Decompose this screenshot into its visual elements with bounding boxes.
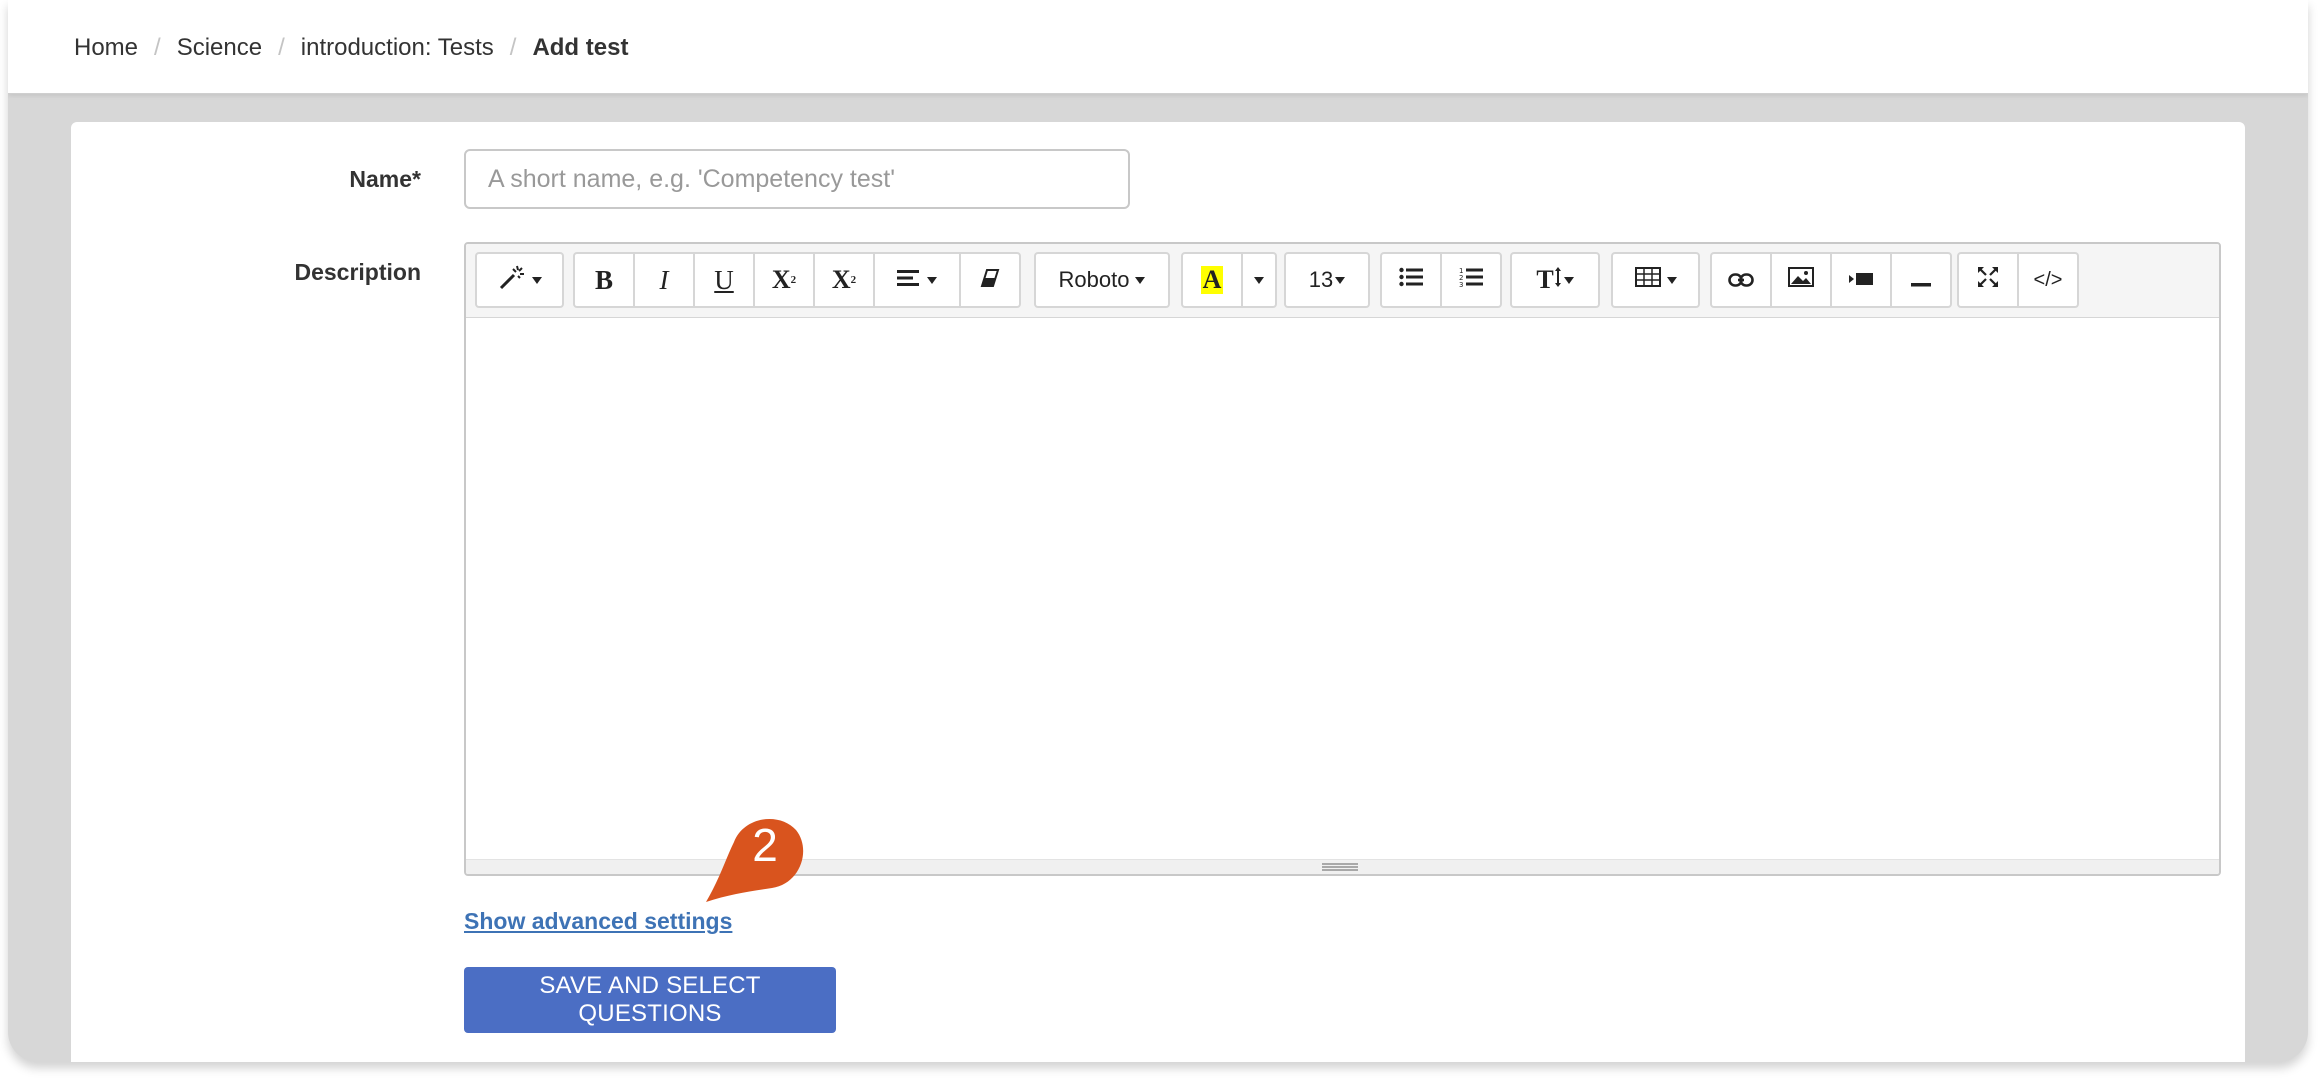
resize-grip-icon[interactable] — [1322, 863, 1358, 871]
font-size-dropdown[interactable]: 13 — [1284, 252, 1370, 308]
superscript-button[interactable]: X2 — [753, 252, 815, 308]
magic-wand-icon — [498, 264, 526, 297]
breadcrumb: Home / Science / introduction: Tests / A… — [74, 32, 628, 64]
top-bar: Home / Science / introduction: Tests / A… — [8, 0, 2308, 94]
bold-button[interactable]: B — [573, 252, 635, 308]
breadcrumb-science[interactable]: Science — [177, 32, 262, 64]
line-height-icon — [1554, 266, 1562, 295]
svg-text:3: 3 — [1459, 281, 1463, 288]
highlight-color-button[interactable]: A — [1181, 252, 1243, 308]
app-window: Home / Science / introduction: Tests / A… — [8, 0, 2308, 1062]
ordered-list-button[interactable]: 123 — [1440, 252, 1502, 308]
description-editor-body[interactable] — [466, 318, 2219, 860]
underline-button[interactable]: U — [693, 252, 755, 308]
insert-link-button[interactable] — [1710, 252, 1772, 308]
unordered-list-button[interactable] — [1380, 252, 1442, 308]
horizontal-rule-icon — [1911, 266, 1931, 294]
superscript-label: X — [771, 265, 791, 294]
table-dropdown-button[interactable] — [1611, 252, 1700, 308]
paragraph-align-button[interactable] — [873, 252, 961, 308]
show-advanced-settings-link[interactable]: Show advanced settings — [464, 908, 732, 935]
callout-number: 2 — [752, 819, 778, 871]
name-input[interactable] — [464, 149, 1130, 209]
picture-icon — [1788, 266, 1814, 294]
breadcrumb-separator: / — [278, 34, 285, 61]
fullscreen-button[interactable] — [1957, 252, 2019, 308]
breadcrumb-separator: / — [509, 34, 517, 61]
font-size-value: 13 — [1308, 267, 1334, 292]
insert-video-button[interactable] — [1830, 252, 1892, 308]
font-family-value: Roboto — [1058, 267, 1130, 292]
code-view-button[interactable]: </> — [2017, 252, 2079, 308]
code-view-icon: </> — [2033, 268, 2063, 291]
fullscreen-icon — [1977, 266, 1999, 295]
eraser-icon — [980, 266, 1000, 294]
subscript-button[interactable]: X2 — [813, 252, 875, 308]
breadcrumb-home[interactable]: Home — [74, 32, 138, 64]
breadcrumb-separator: / — [154, 34, 161, 61]
style-dropdown-button[interactable] — [475, 252, 564, 308]
italic-button[interactable]: I — [633, 252, 695, 308]
video-icon — [1848, 266, 1874, 294]
description-label: Description — [294, 259, 421, 285]
horizontal-rule-button[interactable] — [1890, 252, 1952, 308]
subscript-label: X — [831, 265, 851, 294]
text-style-letter: T — [1536, 265, 1554, 294]
line-height-dropdown[interactable]: T — [1510, 252, 1600, 308]
ordered-list-icon: 123 — [1459, 266, 1483, 295]
breadcrumb-current: Add test — [532, 34, 629, 61]
insert-picture-button[interactable] — [1770, 252, 1832, 308]
clear-format-button[interactable] — [959, 252, 1021, 308]
color-dropdown-button[interactable] — [1241, 252, 1277, 308]
form-card: Name* Description B I U X2 — [71, 122, 2245, 1062]
font-family-dropdown[interactable]: Roboto — [1034, 252, 1170, 308]
link-icon — [1728, 266, 1754, 294]
breadcrumb-tests[interactable]: introduction: Tests — [301, 32, 494, 64]
unordered-list-icon — [1399, 266, 1423, 294]
highlight-letter: A — [1200, 265, 1224, 294]
table-icon — [1634, 266, 1661, 294]
description-editor: B I U X2 X2 Roboto A 13 1 2 3 T </> — [464, 242, 2221, 876]
name-label: Name* — [349, 166, 421, 192]
save-and-select-questions-button[interactable]: SAVE AND SELECT QUESTIONS — [464, 967, 836, 1033]
align-icon — [897, 266, 921, 294]
editor-toolbar: B I U X2 X2 Roboto A 13 1 2 3 T </> — [466, 244, 2219, 318]
